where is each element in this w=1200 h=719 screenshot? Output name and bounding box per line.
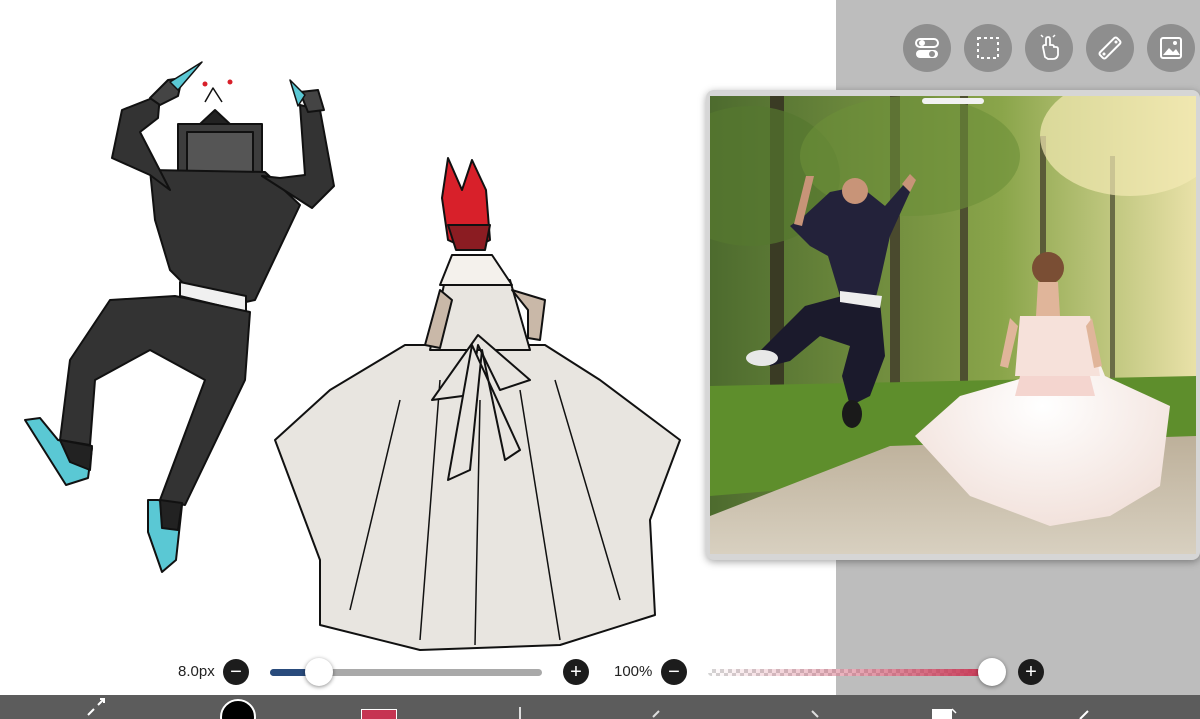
image-icon <box>1160 37 1182 59</box>
gesture-button[interactable] <box>1025 24 1073 72</box>
brush-size-slider-thumb[interactable] <box>304 658 333 686</box>
brush-size-label: 8.0px <box>178 663 215 680</box>
bride-figure <box>274 157 681 651</box>
hand-gesture-icon <box>1040 34 1059 60</box>
opacity-slider-thumb[interactable] <box>978 658 1006 686</box>
reference-window-drag-handle[interactable] <box>922 98 984 104</box>
reference-image-button[interactable] <box>1147 24 1195 72</box>
opacity-decrease-button[interactable]: − <box>661 659 687 685</box>
opacity-slider[interactable] <box>708 669 992 676</box>
selection-button[interactable] <box>964 24 1012 72</box>
reference-photo <box>710 96 1196 554</box>
brush-size-increase-button[interactable]: + <box>563 659 589 685</box>
redo-icon[interactable] <box>804 695 828 719</box>
plus-icon: + <box>1025 661 1037 683</box>
opacity-label: 100% <box>614 663 653 680</box>
brush-controls: 8.0px − + 100% − + <box>0 655 1200 691</box>
minus-icon: − <box>668 661 680 683</box>
minus-icon: − <box>230 661 242 683</box>
color-swatch[interactable] <box>361 709 397 719</box>
bottom-toolbar <box>0 695 1200 719</box>
undo-icon[interactable] <box>645 695 669 719</box>
layers-icon[interactable] <box>930 695 960 719</box>
toggle-button[interactable] <box>903 24 951 72</box>
ruler-button[interactable] <box>1086 24 1134 72</box>
opacity-increase-button[interactable]: + <box>1018 659 1044 685</box>
transform-icon[interactable] <box>84 695 108 719</box>
brush-size-decrease-button[interactable]: − <box>223 659 249 685</box>
check-icon[interactable] <box>1072 695 1096 719</box>
groom-figure <box>24 61 335 573</box>
reference-window[interactable] <box>706 90 1200 560</box>
brush-color-icon[interactable] <box>218 695 258 719</box>
layer-divider <box>519 707 521 719</box>
plus-icon: + <box>570 661 582 683</box>
toggle-icon <box>915 38 939 58</box>
ruler-icon <box>1098 36 1122 60</box>
drawing-artwork <box>24 61 681 651</box>
selection-icon <box>977 37 999 59</box>
